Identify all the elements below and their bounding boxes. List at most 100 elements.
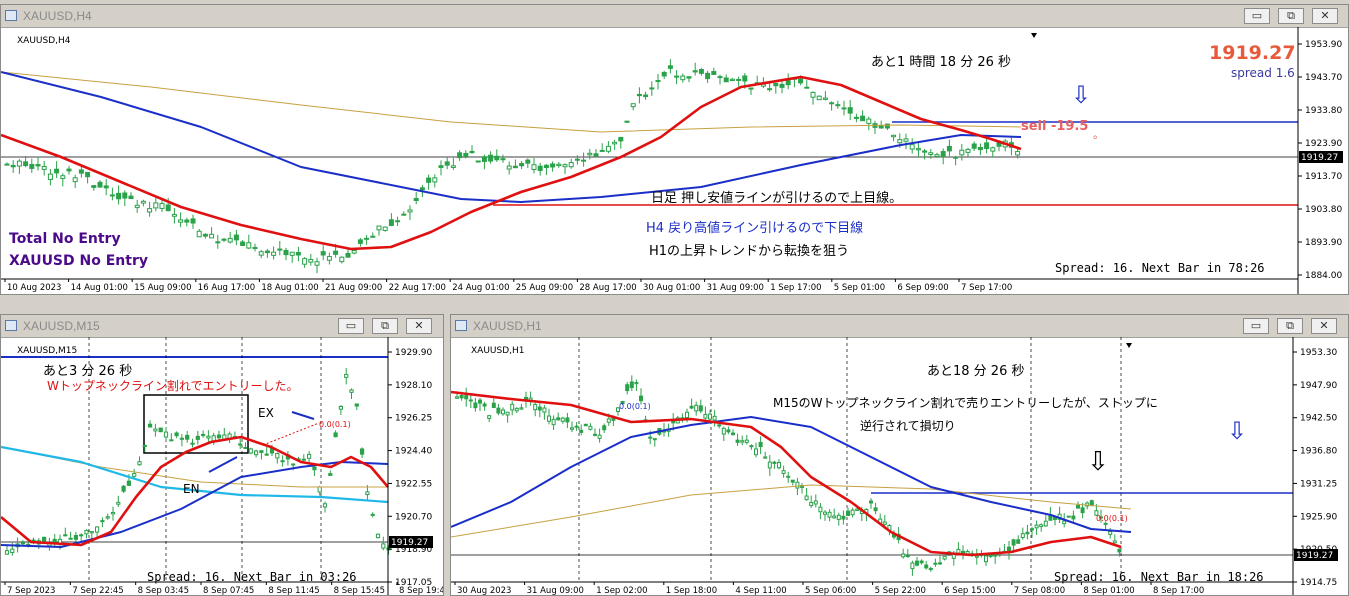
time-axis-label: 24 Aug 01:00 [452, 283, 509, 293]
h4-chart-window[interactable]: XAUUSD,H4 ▭ ⧉ ✕ 1919.27 1953.90 1943.70 193… [0, 4, 1349, 295]
chart-symbol-label: XAUUSD,H4 [17, 36, 71, 46]
candle-body [649, 87, 655, 90]
candle-body [901, 553, 906, 558]
time-axis-label: 5 Sep 06:00 [805, 586, 856, 596]
candle-body [860, 115, 866, 122]
candle-body [786, 475, 791, 478]
candle-body [543, 164, 549, 169]
candle-body [853, 116, 859, 119]
m15-chart-window[interactable]: XAUUSD,M15 ▭ ⧉ ✕ 1919.27 1929.90 1928.10 19… [0, 314, 444, 596]
candle-body [259, 450, 264, 453]
candle-body [946, 145, 952, 152]
m15-title-bar[interactable]: XAUUSD,M15 ▭ ⧉ ✕ [1, 315, 443, 338]
candle-body [163, 431, 169, 438]
minimize-button[interactable]: ▭ [1244, 8, 1270, 24]
candle-body [597, 434, 602, 439]
candle-body [717, 76, 723, 79]
candle-body [705, 72, 711, 80]
shift-marker [1031, 33, 1037, 38]
candle-body [798, 78, 804, 84]
candle-body [731, 432, 735, 436]
ma-mid-line [451, 416, 1132, 533]
candle-body [73, 534, 79, 540]
sell-position-label: sell -19.5 [1021, 119, 1089, 134]
candle-body [1011, 539, 1016, 546]
candle-body [487, 415, 492, 419]
price-axis-label: 1920.70 [395, 512, 432, 522]
restore-button[interactable]: ⧉ [372, 318, 398, 334]
candle-body [846, 510, 850, 516]
candle-body [312, 466, 317, 471]
candle-body [328, 473, 333, 476]
fib-label: 0.0(0.1) [319, 420, 351, 429]
entry-note: Wトップネックライン割れでエントリーした。 [47, 379, 299, 393]
candle-body [612, 141, 618, 145]
bar-countdown: あと18 分 26 秒 [927, 364, 1025, 379]
candle-body [140, 200, 146, 204]
entry-marker [208, 456, 238, 473]
candle-body [494, 155, 500, 161]
close-button[interactable]: ✕ [1311, 318, 1337, 334]
h1-title-bar[interactable]: XAUUSD,H1 ▭ ⧉ ✕ [451, 315, 1348, 338]
candle-body [934, 154, 940, 157]
down-arrow-outline-icon: ⇩ [1087, 447, 1109, 477]
candle-body [302, 258, 308, 265]
candle-body [190, 218, 196, 224]
h1-chart-window[interactable]: XAUUSD,H1 ▭ ⧉ ✕ 1919.27 1953.30 1947.90 194… [450, 314, 1349, 596]
candle-body [221, 238, 227, 241]
candle-body [174, 432, 179, 437]
candle-body [984, 142, 990, 149]
candle-body [179, 437, 185, 440]
candle-body [652, 438, 657, 441]
candle-body [277, 248, 283, 251]
h1-chart-canvas[interactable]: 1919.271953.301947.901942.501936.801931.… [451, 337, 1349, 596]
candle-body [556, 417, 561, 421]
candle-body [748, 87, 754, 90]
time-axis-label: 25 Aug 09:00 [516, 283, 573, 293]
candle-body [512, 165, 518, 169]
time-axis-label: 8 Sep 19:45 [399, 586, 444, 596]
candle-body [482, 403, 487, 407]
candle-body [583, 423, 588, 427]
candle-body [66, 168, 72, 172]
candle-body [481, 156, 487, 162]
candle-body [388, 219, 394, 226]
candle-body [455, 396, 459, 399]
candle-body [726, 429, 731, 433]
restore-button[interactable]: ⧉ [1277, 318, 1303, 334]
candle-body [110, 511, 116, 515]
candle-body [41, 166, 47, 170]
candle-body [560, 417, 565, 422]
symbol-entry-status: XAUUSD No Entry [9, 253, 148, 269]
candle-body [685, 411, 689, 419]
candle-body [365, 491, 370, 496]
candle-body [338, 405, 343, 410]
close-button[interactable]: ✕ [1312, 8, 1338, 24]
candle-body [667, 65, 673, 69]
candle-body [248, 448, 253, 454]
candle-body [823, 511, 827, 515]
candle-body [506, 165, 512, 170]
minimize-button[interactable]: ▭ [338, 318, 364, 334]
minimize-button[interactable]: ▭ [1243, 318, 1269, 334]
time-axis-label: 4 Sep 11:00 [735, 586, 786, 596]
spread-footer: Spread: 16. Next Bar in 78:26 [1055, 261, 1265, 275]
h4-title-bar[interactable]: XAUUSD,H4 ▭ ⧉ ✕ [1, 5, 1348, 28]
candle-body [827, 511, 832, 518]
close-button[interactable]: ✕ [406, 318, 432, 334]
candle-body [542, 407, 547, 413]
candle-body [153, 428, 158, 432]
candle-body [1062, 520, 1067, 525]
restore-button[interactable]: ⧉ [1278, 8, 1304, 24]
price-axis-label: 1943.70 [1305, 73, 1342, 83]
candle-body [804, 86, 810, 89]
candle-body [956, 548, 961, 554]
candle-body [72, 177, 78, 183]
candle-body [736, 78, 742, 81]
candle-body [496, 407, 501, 414]
candle-body [773, 82, 779, 87]
candle-body [749, 445, 754, 448]
candle-body [349, 389, 354, 393]
candle-body [320, 251, 326, 256]
current-price-display: 1919.27 [1209, 42, 1296, 64]
